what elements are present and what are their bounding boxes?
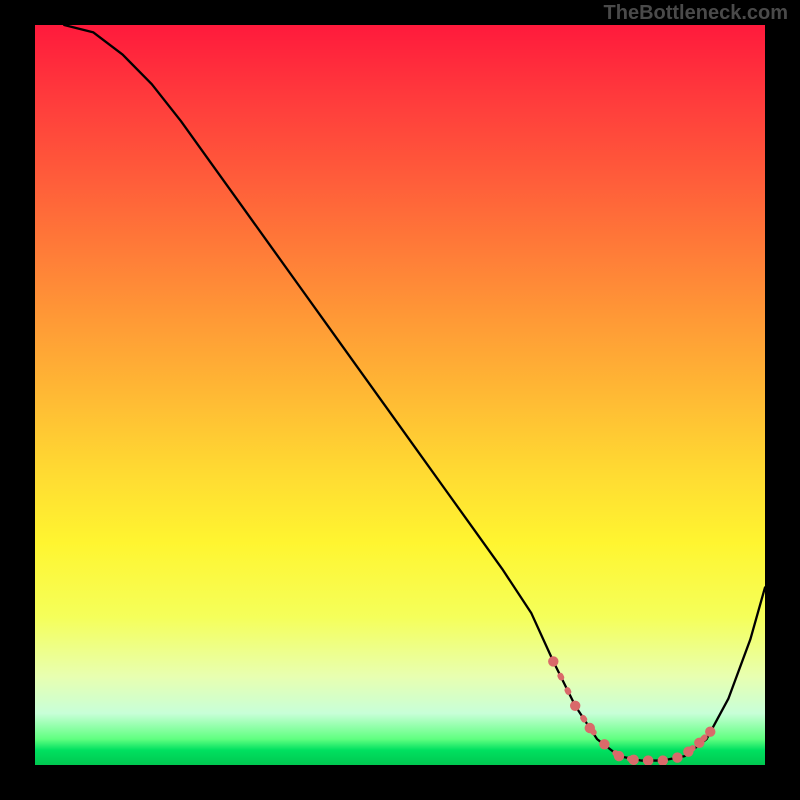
marker-dot — [694, 738, 704, 748]
marker-connector — [553, 661, 710, 760]
marker-group — [548, 656, 715, 765]
marker-dot — [599, 739, 609, 749]
curve-line — [64, 25, 765, 761]
marker-dot — [614, 751, 624, 761]
plot-area — [35, 25, 765, 765]
marker-dot — [628, 755, 638, 765]
marker-dot — [548, 656, 558, 666]
watermark-text: TheBottleneck.com — [604, 2, 788, 25]
marker-dot — [585, 723, 595, 733]
chart-container: TheBottleneck.com — [0, 0, 800, 800]
marker-dot — [705, 727, 715, 737]
marker-dot — [643, 755, 653, 765]
marker-dot — [570, 701, 580, 711]
chart-svg — [35, 25, 765, 765]
marker-dot — [683, 746, 693, 756]
marker-dot — [658, 755, 668, 765]
marker-dot — [672, 752, 682, 762]
